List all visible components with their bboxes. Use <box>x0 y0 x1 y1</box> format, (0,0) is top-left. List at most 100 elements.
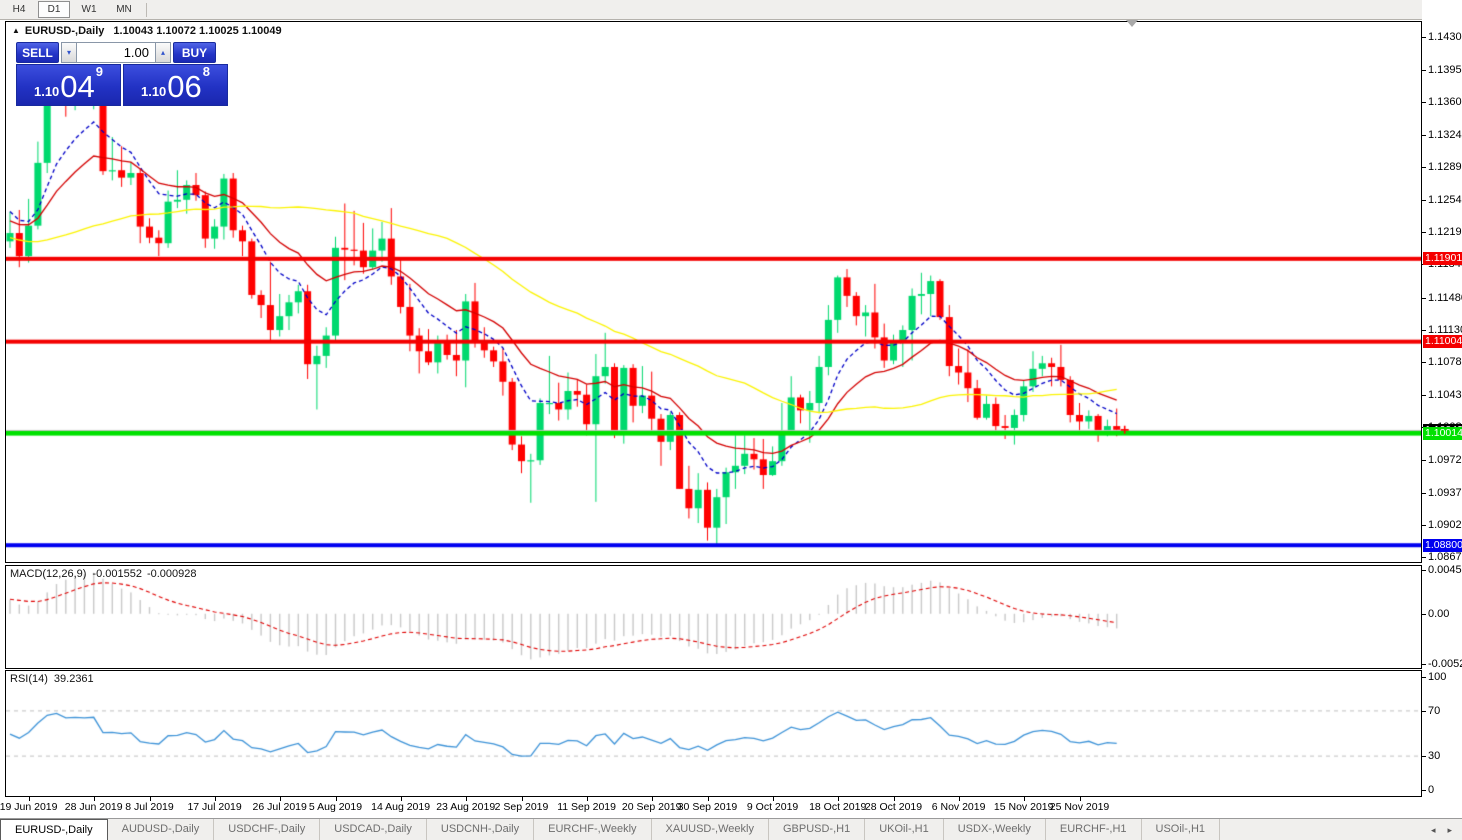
price-axis-tickmark <box>1422 557 1426 558</box>
price-axis-label: 1.14300 <box>1428 31 1462 43</box>
tab-usdx-weekly[interactable]: USDX-,Weekly <box>944 819 1046 840</box>
macd-axis-tickmark <box>1422 570 1426 571</box>
tab-usdcad-daily[interactable]: USDCAD-,Daily <box>320 819 427 840</box>
price-axis-label: 1.09020 <box>1428 519 1462 531</box>
price-axis-tickmark <box>1422 460 1426 461</box>
date-axis-label: 28 Oct 2019 <box>865 801 922 813</box>
macd-signal-value: -0.000928 <box>147 568 197 580</box>
sell-price-big-digits: 04 <box>60 72 94 102</box>
toolbar-separator <box>146 3 147 17</box>
tab-eurchf-h1[interactable]: EURCHF-,H1 <box>1046 819 1142 840</box>
tab-audusd-daily[interactable]: AUDUSD-,Daily <box>108 819 215 840</box>
price-axis: 1.14300 1.13950 1.13600 1.13240 1.12890 1.125… <box>1422 0 1462 817</box>
date-axis-label: 11 Sep 2019 <box>557 801 616 813</box>
price-axis-tickmark <box>1422 362 1426 363</box>
chart-shift-marker-icon[interactable] <box>1126 20 1138 27</box>
rsi-axis-label: 30 <box>1428 750 1440 762</box>
price-axis-tickmark <box>1422 330 1426 331</box>
tab-ukoil-h1[interactable]: UKOil-,H1 <box>865 819 944 840</box>
date-axis-label: 23 Aug 2019 <box>436 801 495 813</box>
price-axis-label: 1.09370 <box>1428 487 1462 499</box>
chart-symbol-label: EURUSD-,Daily <box>25 25 104 37</box>
rsi-axis-tickmark <box>1422 677 1426 678</box>
tab-scroll-right-icon[interactable]: ▸ <box>1447 825 1452 836</box>
price-axis-label: 1.11480 <box>1428 292 1462 304</box>
macd-axis-tickmark <box>1422 614 1426 615</box>
timeframe-button-mn[interactable]: MN <box>108 1 140 18</box>
date-axis-label: 5 Aug 2019 <box>309 801 362 813</box>
price-axis-label: 1.13600 <box>1428 96 1462 108</box>
macd-axis-label: -0.005205 <box>1428 658 1462 670</box>
buy-button[interactable]: BUY <box>173 42 216 63</box>
volume-decrease-button[interactable]: ▾ <box>61 42 77 63</box>
rsi-axis-tickmark <box>1422 711 1426 712</box>
buy-price-quote[interactable]: 1.10 06 8 <box>123 64 228 106</box>
macd-axis-tickmark <box>1422 664 1426 665</box>
mt4-chart-window: H4D1W1MN ▲EURUSD-,Daily1.10043 1.10072 1… <box>0 0 1462 840</box>
timeframe-button-w1[interactable]: W1 <box>73 1 105 18</box>
timeframe-button-d1[interactable]: D1 <box>38 1 70 18</box>
price-axis-label: 1.10430 <box>1428 389 1462 401</box>
rsi-axis-label: 0 <box>1428 784 1434 796</box>
tab-usdcnh-daily[interactable]: USDCNH-,Daily <box>427 819 534 840</box>
sell-price-prefix: 1.10 <box>34 82 59 102</box>
date-axis: 19 Jun 201928 Jun 20198 Jul 201917 Jul 2… <box>0 797 1422 817</box>
buy-price-prefix: 1.10 <box>141 82 166 102</box>
rsi-indicator-panel <box>5 670 1422 797</box>
price-axis-label: 1.09720 <box>1428 454 1462 466</box>
price-tag-1.08800: 1.08800 <box>1423 539 1462 552</box>
sell-price-pip-digit: 9 <box>96 65 103 77</box>
rsi-canvas[interactable] <box>6 671 1421 796</box>
tab-xauusd-weekly[interactable]: XAUUSD-,Weekly <box>652 819 769 840</box>
price-axis-tickmark <box>1422 232 1426 233</box>
date-axis-label: 2 Sep 2019 <box>495 801 549 813</box>
buy-price-big-digits: 06 <box>167 72 201 102</box>
macd-axis-label: 0.00 <box>1428 608 1449 620</box>
date-axis-label: 30 Sep 2019 <box>678 801 738 813</box>
timeframe-button-h4[interactable]: H4 <box>3 1 35 18</box>
rsi-value: 39.2361 <box>54 673 94 685</box>
price-axis-tickmark <box>1422 167 1426 168</box>
price-axis-tickmark <box>1422 135 1426 136</box>
macd-main-value: -0.001552 <box>92 568 142 580</box>
price-axis-label: 1.12190 <box>1428 226 1462 238</box>
collapse-triangle-icon[interactable]: ▲ <box>12 26 20 35</box>
buy-price-pip-digit: 8 <box>203 65 210 77</box>
rsi-name: RSI(14) <box>10 673 48 685</box>
sell-price-quote[interactable]: 1.10 04 9 <box>16 64 121 106</box>
price-axis-label: 1.12540 <box>1428 194 1462 206</box>
price-axis-label: 1.13240 <box>1428 129 1462 141</box>
sell-button[interactable]: SELL <box>16 42 59 63</box>
tab-usdchf-daily[interactable]: USDCHF-,Daily <box>214 819 320 840</box>
date-axis-label: 15 Nov 2019 <box>994 801 1054 813</box>
price-axis-tickmark <box>1422 395 1426 396</box>
macd-label-row: MACD(12,26,9)-0.001552-0.000928 <box>10 568 197 580</box>
date-axis-label: 26 Jul 2019 <box>253 801 307 813</box>
date-axis-label: 28 Jun 2019 <box>65 801 123 813</box>
date-axis-label: 8 Jul 2019 <box>125 801 173 813</box>
tab-usoil-h1[interactable]: USOil-,H1 <box>1142 819 1221 840</box>
price-axis-label: 1.10780 <box>1428 356 1462 368</box>
tab-gbpusd-h1[interactable]: GBPUSD-,H1 <box>769 819 865 840</box>
price-axis-label: 1.13950 <box>1428 64 1462 76</box>
timeframe-toolbar: H4D1W1MN <box>0 0 1462 20</box>
price-axis-tickmark <box>1422 298 1426 299</box>
price-axis-label: 1.12890 <box>1428 161 1462 173</box>
price-tag-1.11901: 1.11901 <box>1423 252 1462 265</box>
tab-scroll-arrows: ◂ ▸ <box>1419 819 1462 840</box>
tab-eurchf-weekly[interactable]: EURCHF-,Weekly <box>534 819 651 840</box>
macd-indicator-panel <box>5 565 1422 669</box>
tab-scroll-left-icon[interactable]: ◂ <box>1431 825 1436 836</box>
tab-eurusd-daily[interactable]: EURUSD-,Daily <box>0 819 108 840</box>
date-axis-label: 19 Jun 2019 <box>0 801 58 813</box>
date-axis-label: 6 Nov 2019 <box>932 801 986 813</box>
macd-canvas[interactable] <box>6 566 1421 668</box>
rsi-axis-label: 70 <box>1428 705 1440 717</box>
volume-input[interactable] <box>77 42 155 63</box>
date-axis-label: 9 Oct 2019 <box>747 801 798 813</box>
volume-increase-button[interactable]: ▴ <box>155 42 171 63</box>
date-axis-label: 20 Sep 2019 <box>622 801 682 813</box>
price-axis-label: 1.08670 <box>1428 551 1462 563</box>
one-click-trading-panel: SELL ▾ ▴ BUY 1.10 04 9 1.10 06 8 <box>16 42 228 106</box>
price-axis-tickmark <box>1422 70 1426 71</box>
